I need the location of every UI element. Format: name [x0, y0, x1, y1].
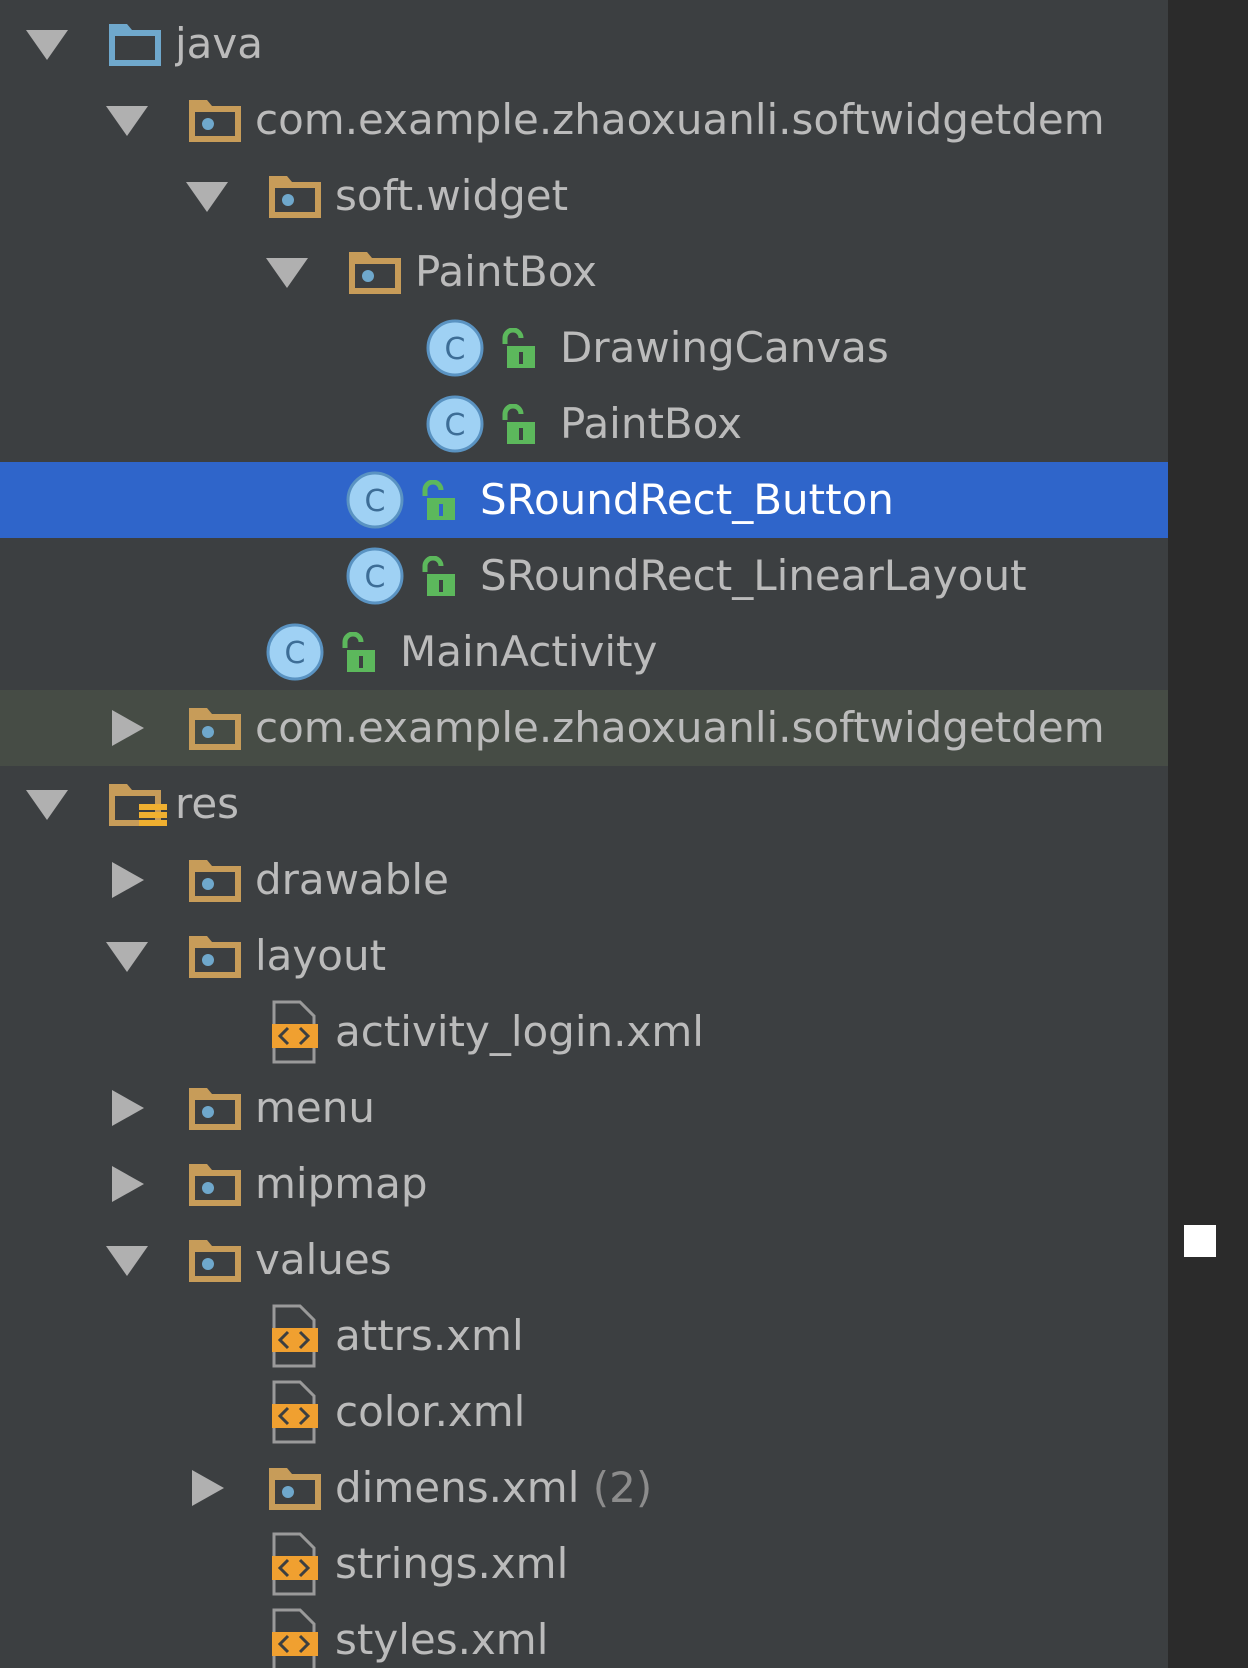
public-lock-icon: [422, 556, 455, 596]
tree-item-label: menu: [255, 1083, 375, 1132]
expand-arrow-icon[interactable]: [186, 182, 228, 212]
public-lock-icon: [502, 404, 535, 444]
collapse-arrow-icon[interactable]: [112, 710, 144, 746]
xml-file-icon: [272, 1000, 318, 1064]
xml-file-icon: [272, 1380, 318, 1444]
item-count: (2): [592, 1463, 653, 1512]
collapse-arrow-icon[interactable]: [112, 1166, 144, 1202]
tree-item-label: com.example.zhaoxuanli.softwidgetdem: [255, 703, 1105, 752]
tree-row-folder[interactable]: values: [0, 1222, 1168, 1298]
expand-arrow-icon[interactable]: [106, 1246, 148, 1276]
xml-file-icon: [272, 1608, 318, 1668]
collapse-arrow-icon[interactable]: [112, 862, 144, 898]
tree-row-file[interactable]: activity_login.xml: [0, 994, 1168, 1070]
xml-file-icon: [272, 1304, 318, 1368]
tree-row-class[interactable]: C PaintBox: [0, 386, 1168, 462]
package-folder-icon: [269, 1468, 321, 1510]
class-icon: C: [346, 471, 404, 529]
tree-item-label: mipmap: [255, 1159, 428, 1208]
tree-item-label: java: [175, 19, 263, 68]
tree-item-label: res: [175, 779, 240, 828]
package-folder-icon: [189, 708, 241, 750]
tree-row-folder[interactable]: layout: [0, 918, 1168, 994]
tree-item-label: color.xml: [335, 1387, 526, 1436]
tree-item-label: styles.xml: [335, 1615, 549, 1664]
tree-item-label: activity_login.xml: [335, 1007, 704, 1056]
tree-row-class[interactable]: C DrawingCanvas: [0, 310, 1168, 386]
collapse-arrow-icon[interactable]: [112, 1090, 144, 1126]
package-folder-icon: [189, 1240, 241, 1282]
expand-arrow-icon[interactable]: [106, 106, 148, 136]
package-folder-icon: [269, 176, 321, 218]
source-root-folder-icon: [109, 24, 161, 66]
package-folder-icon: [189, 1164, 241, 1206]
scrollbar[interactable]: [1168, 0, 1248, 1668]
tree-item-label: values: [255, 1235, 392, 1284]
tree-item-label: drawable: [255, 855, 449, 904]
tree-row-file[interactable]: attrs.xml: [0, 1298, 1168, 1374]
tree-row-package[interactable]: com.example.zhaoxuanli.softwidgetdem: [0, 690, 1168, 766]
tree-row-package[interactable]: com.example.zhaoxuanli.softwidgetdem: [0, 82, 1168, 158]
tree-row-file[interactable]: color.xml: [0, 1374, 1168, 1450]
expand-arrow-icon[interactable]: [26, 30, 68, 60]
tree-item-label: soft.widget: [335, 171, 569, 220]
package-folder-icon: [189, 100, 241, 142]
tree-row-file[interactable]: strings.xml: [0, 1526, 1168, 1602]
tree-item-name: dimens.xml: [335, 1463, 580, 1512]
tree-row-package[interactable]: soft.widget: [0, 158, 1168, 234]
xml-file-icon: [272, 1532, 318, 1596]
package-folder-icon: [189, 1088, 241, 1130]
expand-arrow-icon[interactable]: [266, 258, 308, 288]
tree-row-folder[interactable]: drawable: [0, 842, 1168, 918]
package-folder-icon: [189, 936, 241, 978]
expand-arrow-icon[interactable]: [26, 790, 68, 820]
tree-row-folder[interactable]: menu: [0, 1070, 1168, 1146]
package-folder-icon: [349, 252, 401, 294]
scrollbar-thumb[interactable]: [1184, 1225, 1216, 1257]
tree-item-label: layout: [255, 931, 387, 980]
project-tree: java com.example.zhaoxuanli.softwidgetde…: [0, 0, 1168, 1668]
svg-text:C: C: [445, 408, 466, 443]
tree-item-label: attrs.xml: [335, 1311, 524, 1360]
tree-row-folder[interactable]: mipmap: [0, 1146, 1168, 1222]
tree-item-label: dimens.xml (2): [335, 1450, 652, 1526]
collapse-arrow-icon[interactable]: [192, 1470, 224, 1506]
expand-arrow-icon[interactable]: [106, 942, 148, 972]
class-icon: C: [426, 319, 484, 377]
class-icon: C: [266, 623, 324, 681]
tree-item-label: SRoundRect_Button: [480, 475, 894, 524]
class-icon: C: [346, 547, 404, 605]
tree-row-res[interactable]: res: [0, 766, 1168, 842]
tree-item-label: SRoundRect_LinearLayout: [480, 551, 1027, 600]
tree-row-class[interactable]: C MainActivity: [0, 614, 1168, 690]
tree-row-package[interactable]: PaintBox: [0, 234, 1168, 310]
public-lock-icon: [502, 328, 535, 368]
tree-item-label: MainActivity: [400, 627, 658, 676]
resources-folder-icon: [109, 784, 167, 826]
tree-item-label: DrawingCanvas: [560, 323, 889, 372]
tree-item-label: PaintBox: [560, 399, 743, 448]
package-folder-icon: [189, 860, 241, 902]
tree-row-class[interactable]: C SRoundRect_LinearLayout: [0, 538, 1168, 614]
svg-text:C: C: [365, 484, 386, 519]
tree-row-class-selected[interactable]: C SRoundRect_Button: [0, 462, 1168, 538]
class-icon: C: [426, 395, 484, 453]
tree-row-folder[interactable]: dimens.xml (2): [0, 1450, 1168, 1526]
public-lock-icon: [342, 632, 375, 672]
svg-text:C: C: [445, 332, 466, 367]
tree-item-label: PaintBox: [415, 247, 598, 296]
svg-text:C: C: [365, 560, 386, 595]
tree-row-file[interactable]: styles.xml: [0, 1602, 1168, 1668]
svg-text:C: C: [285, 636, 306, 671]
tree-item-label: com.example.zhaoxuanli.softwidgetdem: [255, 95, 1105, 144]
tree-item-label: strings.xml: [335, 1539, 569, 1588]
public-lock-icon: [422, 480, 455, 520]
tree-row-java[interactable]: java: [0, 6, 1168, 82]
